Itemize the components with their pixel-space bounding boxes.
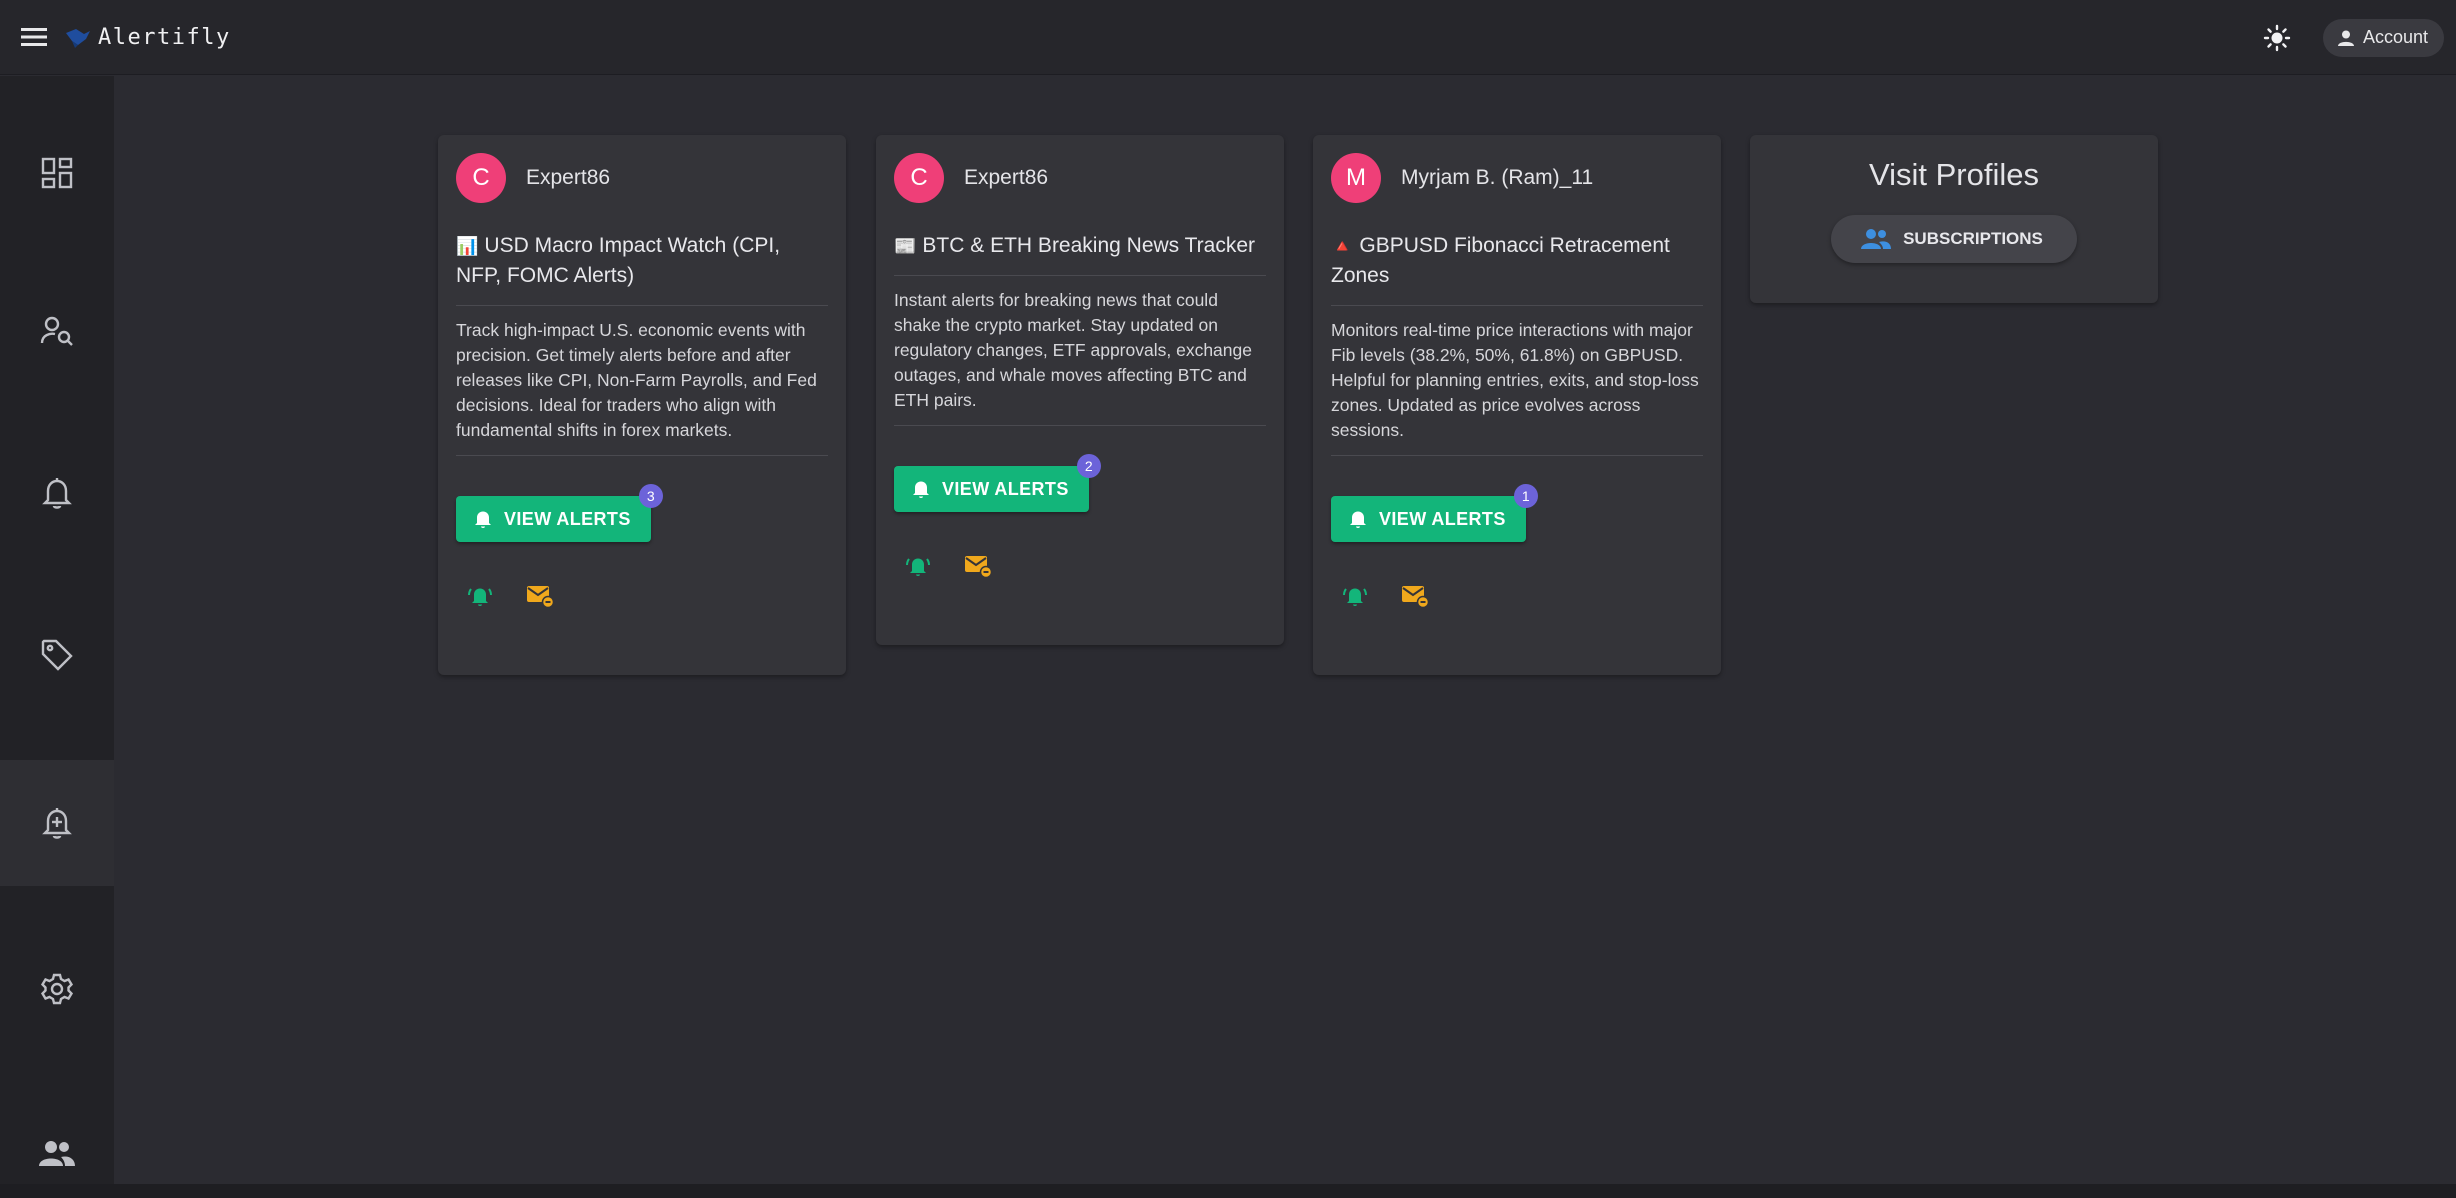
bell-plus-icon [42, 808, 72, 839]
sidebar-item-people[interactable] [0, 1090, 114, 1198]
bell-icon [42, 478, 72, 509]
hamburger-icon [21, 28, 47, 46]
push-notification-button[interactable] [1341, 582, 1369, 610]
bell-icon [913, 481, 929, 498]
sidebar-item-settings[interactable] [0, 926, 114, 1052]
view-alerts-button[interactable]: VIEW ALERTS [456, 496, 651, 542]
sidebar-nav [0, 76, 114, 1184]
bell-ring-icon [468, 588, 492, 606]
author-name[interactable]: Expert86 [964, 166, 1048, 190]
visit-profiles-card: Visit Profiles SUBSCRIPTIONS [1750, 135, 2158, 303]
view-alerts-label: VIEW ALERTS [942, 478, 1069, 499]
sun-icon [2263, 24, 2291, 51]
gear-icon [40, 973, 74, 1005]
triangle-emoji-icon: 🔺 [1331, 236, 1354, 256]
card-title: 📊 USD Macro Impact Watch (CPI, NFP, FOMC … [456, 231, 828, 306]
card-title-text: GBPUSD Fibonacci Retracement Zones [1331, 234, 1670, 287]
subscriptions-button[interactable]: SUBSCRIPTIONS [1831, 215, 2077, 263]
theme-toggle-button[interactable] [2259, 20, 2295, 56]
mail-icon [1402, 586, 1429, 609]
author-name[interactable]: Myrjam B. (Ram)_11 [1401, 166, 1593, 190]
card-title-text: USD Macro Impact Watch (CPI, NFP, FOMC A… [456, 234, 781, 287]
view-alerts-label: VIEW ALERTS [504, 508, 631, 529]
subscriptions-label: SUBSCRIPTIONS [1903, 229, 2043, 248]
bell-icon [475, 511, 491, 528]
user-search-icon [40, 316, 73, 346]
tag-icon [41, 639, 73, 671]
bottom-strip [0, 1184, 2456, 1198]
alert-count-badge: 1 [1513, 484, 1538, 508]
people-icon [39, 1141, 75, 1166]
avatar[interactable]: C [894, 153, 944, 203]
email-notification-button[interactable] [526, 582, 554, 610]
card-header: C Expert86 [456, 153, 828, 203]
alert-card: C Expert86 📊 USD Macro Impact Watch (CPI,… [438, 135, 846, 675]
bell-ring-icon [1343, 588, 1367, 606]
author-name[interactable]: Expert86 [526, 166, 610, 190]
sidebar-item-create-alert[interactable] [0, 760, 114, 886]
sidebar-item-tags[interactable] [0, 592, 114, 718]
card-header: C Expert86 [894, 153, 1266, 203]
app-name: Alertifly [98, 24, 231, 50]
sidebar-item-user-search[interactable] [0, 268, 114, 394]
card-title: 🔺 GBPUSD Fibonacci Retracement Zones [1331, 231, 1703, 306]
dashboard-icon [41, 157, 73, 189]
logo-bird-icon [66, 29, 90, 48]
view-alerts-button[interactable]: VIEW ALERTS [1331, 496, 1526, 542]
mail-icon [527, 586, 554, 609]
card-description: Monitors real-time price interactions wi… [1331, 318, 1703, 456]
card-header: M Myrjam B. (Ram)_11 [1331, 153, 1703, 203]
view-alerts-button[interactable]: VIEW ALERTS [894, 466, 1089, 512]
visit-profiles-title: Visit Profiles [1869, 157, 2039, 192]
alert-count-badge: 2 [1076, 454, 1101, 478]
card-title: 📰 BTC & ETH Breaking News Tracker [894, 231, 1266, 276]
account-label: Account [2362, 27, 2428, 47]
sidebar-item-alerts[interactable] [0, 430, 114, 556]
people-icon [1861, 229, 1892, 249]
person-icon [2337, 30, 2354, 46]
chart-emoji-icon: 📊 [456, 236, 479, 256]
card-title-text: BTC & ETH Breaking News Tracker [922, 234, 1256, 257]
card-description: Instant alerts for breaking news that co… [894, 288, 1266, 426]
newspaper-emoji-icon: 📰 [894, 236, 917, 256]
push-notification-button[interactable] [904, 552, 932, 580]
alert-card: C Expert86 📰 BTC & ETH Breaking News Trac… [876, 135, 1284, 645]
avatar[interactable]: M [1331, 153, 1381, 203]
alert-count-badge: 3 [638, 484, 663, 508]
alert-card: M Myrjam B. (Ram)_11 🔺 GBPUSD Fibonacci R… [1313, 135, 1721, 675]
top-app-bar: Alertifly Account [0, 0, 2456, 75]
card-description: Track high-impact U.S. economic events w… [456, 318, 828, 456]
menu-button[interactable] [16, 19, 52, 55]
view-alerts-label: VIEW ALERTS [1379, 508, 1506, 529]
sidebar-item-dashboard[interactable] [0, 110, 114, 236]
email-notification-button[interactable] [1401, 582, 1429, 610]
app-logo[interactable]: Alertifly [64, 25, 231, 50]
account-button[interactable]: Account [2322, 18, 2444, 57]
push-notification-button[interactable] [466, 582, 494, 610]
avatar[interactable]: C [456, 153, 506, 203]
mail-icon [965, 556, 992, 579]
email-notification-button[interactable] [964, 552, 992, 580]
bell-icon [1350, 511, 1366, 528]
bell-ring-icon [906, 558, 930, 576]
